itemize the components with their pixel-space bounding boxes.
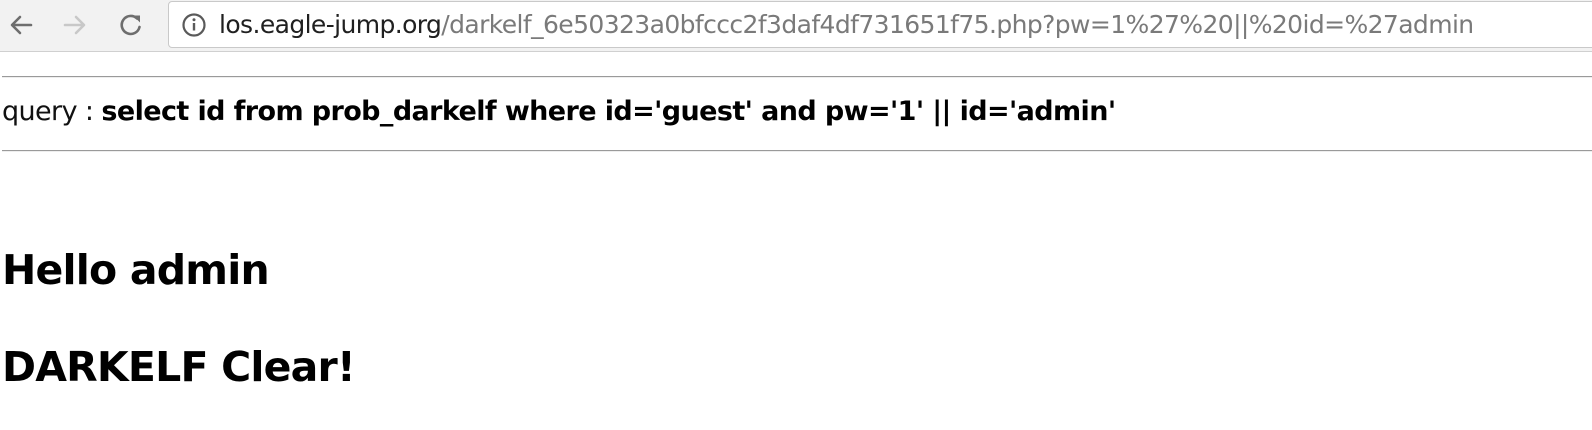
back-button[interactable]: [4, 8, 38, 42]
url-path: /darkelf_6e50323a0bfccc2f3daf4df731651f7…: [441, 10, 1474, 39]
clear-heading: DARKELF Clear!: [2, 343, 356, 391]
back-arrow-icon: [10, 15, 33, 35]
reload-icon: [120, 14, 141, 36]
query-label: query :: [2, 96, 102, 127]
hello-heading: Hello admin: [2, 246, 270, 294]
horizontal-rule-top: [2, 76, 1592, 78]
query-line: query : select id from prob_darkelf wher…: [2, 94, 1116, 130]
query-sql: select id from prob_darkelf where id='gu…: [101, 96, 1116, 127]
page-content: query : select id from prob_darkelf wher…: [0, 52, 1592, 430]
browser-toolbar: los.eagle-jump.org/darkelf_6e50323a0bfcc…: [0, 0, 1592, 52]
address-bar[interactable]: los.eagle-jump.org/darkelf_6e50323a0bfcc…: [168, 1, 1592, 48]
reload-button[interactable]: [114, 8, 148, 42]
url-host: los.eagle-jump.org: [219, 10, 442, 39]
forward-arrow-icon: [63, 15, 86, 35]
url-text[interactable]: los.eagle-jump.org/darkelf_6e50323a0bfcc…: [219, 12, 1474, 37]
info-icon[interactable]: [180, 11, 208, 39]
horizontal-rule-bottom: [2, 150, 1592, 152]
forward-button[interactable]: [58, 8, 92, 42]
